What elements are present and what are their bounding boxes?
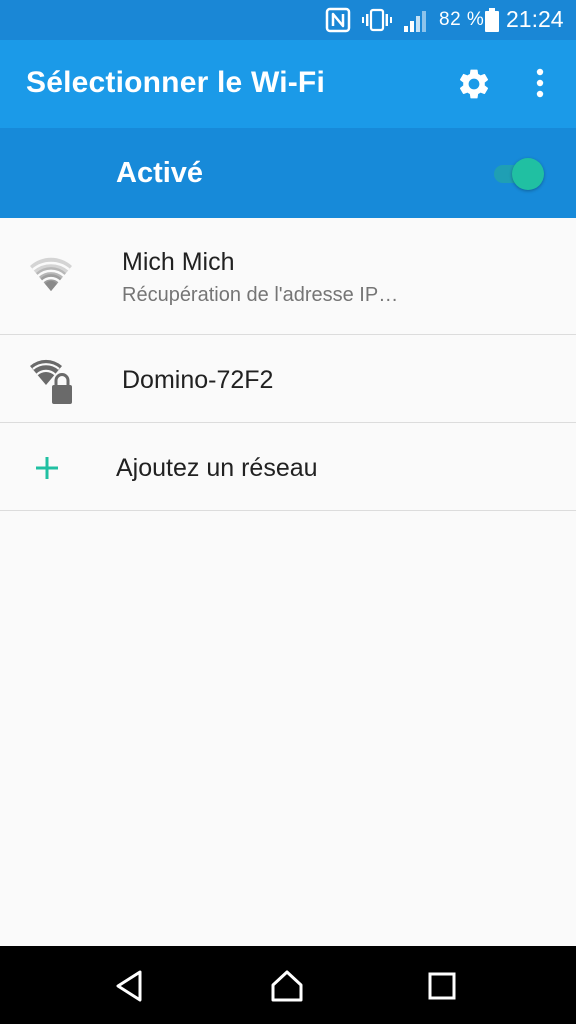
network-status: Récupération de l'adresse IP… (122, 284, 399, 306)
wifi-locked-icon (30, 359, 72, 404)
clock: 21:24 (506, 6, 564, 32)
switch-thumb[interactable] (512, 158, 544, 190)
app-bar: Sélectionner le Wi-Fi (0, 40, 576, 128)
network-name: Domino-72F2 (122, 366, 274, 394)
battery-icon (485, 8, 499, 32)
wifi-state-label: Activé (116, 157, 204, 189)
navigation-bar (0, 946, 576, 1024)
plus-icon (36, 457, 58, 479)
network-name: Mich Mich (122, 248, 235, 276)
battery-percent: 82 % (439, 9, 485, 30)
settings-gear-icon[interactable] (456, 66, 492, 102)
wifi-toggle-switch[interactable] (490, 156, 550, 192)
network-item-domino[interactable]: Domino-72F2 (0, 335, 576, 423)
network-item-mich-mich[interactable]: Mich Mich Récupération de l'adresse IP… (0, 218, 576, 335)
wifi-signal-icon (30, 257, 72, 291)
add-network-label: Ajoutez un réseau (116, 454, 318, 482)
back-icon[interactable] (112, 968, 148, 1004)
network-list: Mich Mich Récupération de l'adresse IP… … (0, 218, 576, 511)
recent-apps-icon[interactable] (424, 968, 460, 1004)
status-bar: 82 % 21:24 (0, 0, 576, 40)
page-title: Sélectionner le Wi-Fi (26, 66, 325, 99)
home-icon[interactable] (269, 968, 305, 1004)
vibrate-icon (362, 8, 392, 32)
wifi-toggle-bar[interactable]: Activé (0, 128, 576, 218)
signal-icon (404, 11, 426, 32)
nfc-icon (325, 7, 351, 33)
add-network-item[interactable]: Ajoutez un réseau (0, 423, 576, 511)
more-vertical-icon[interactable] (528, 66, 552, 102)
